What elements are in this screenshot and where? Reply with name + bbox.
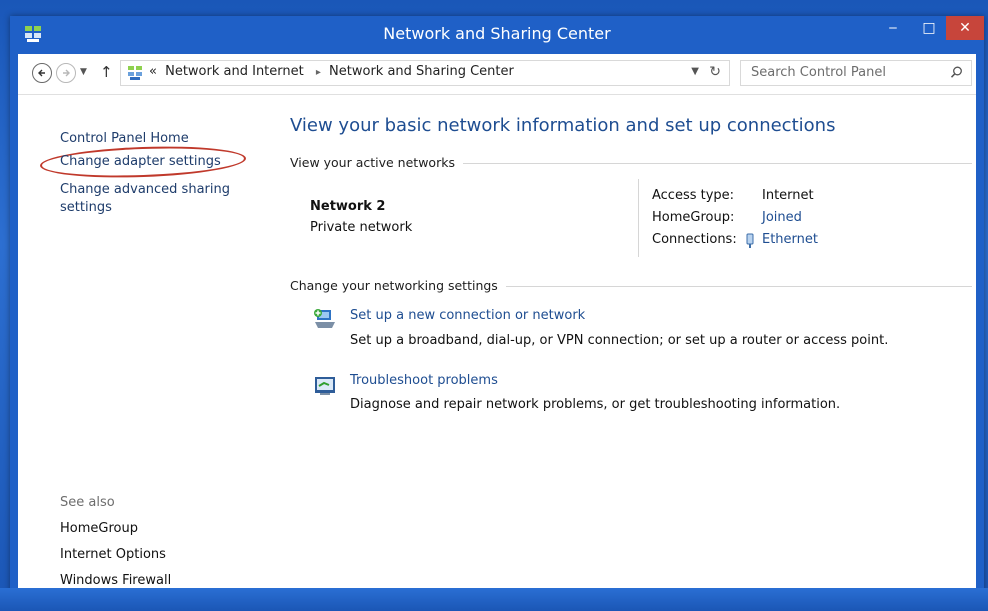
network-type: Private network [310, 220, 413, 235]
page-title: View your basic network information and … [290, 115, 836, 136]
minimize-button[interactable]: ‒ [876, 16, 910, 40]
breadcrumb-network-and-sharing-center[interactable]: Network and Sharing Center [329, 64, 514, 79]
breadcrumb-separator[interactable]: ▸ [316, 67, 321, 78]
window-title: Network and Sharing Center [383, 24, 611, 43]
forward-button[interactable] [56, 63, 76, 83]
access-type-label: Access type: [652, 188, 735, 203]
window: Network and Sharing Center ‒ □ ✕ ▼ ↑ « N… [10, 16, 984, 604]
active-networks-heading: View your active networks [290, 155, 463, 170]
content-area: Control Panel Home Change adapter settin… [18, 95, 976, 599]
search-input[interactable] [749, 64, 943, 81]
arrow-left-icon [38, 69, 45, 77]
breadcrumb-network-and-internet[interactable]: Network and Internet [165, 64, 304, 79]
maximize-button[interactable]: □ [912, 16, 946, 40]
close-button[interactable]: ✕ [946, 16, 984, 40]
ethernet-icon[interactable] [744, 233, 756, 249]
breadcrumb: « Network and Internet ▸ Network and Sha… [149, 64, 518, 79]
address-bar: ▼ ↑ « Network and Internet ▸ Network and… [18, 54, 976, 95]
homegroup-link[interactable]: Joined [762, 210, 802, 225]
breadcrumb-overflow[interactable]: « [149, 64, 157, 79]
homegroup-label: HomeGroup: [652, 210, 735, 225]
main-panel: View your basic network information and … [288, 95, 976, 599]
recent-pages-dropdown[interactable]: ▼ [80, 67, 87, 77]
up-button[interactable]: ↑ [100, 63, 113, 81]
see-also-internet-options[interactable]: Internet Options [60, 546, 166, 564]
sidebar-item-control-panel-home[interactable]: Control Panel Home [60, 130, 189, 148]
troubleshoot-description: Diagnose and repair network problems, or… [350, 397, 841, 412]
address-path[interactable]: « Network and Internet ▸ Network and Sha… [120, 60, 730, 86]
access-type-value: Internet [762, 188, 814, 203]
troubleshoot-icon[interactable] [312, 374, 338, 398]
search-box[interactable] [740, 60, 972, 86]
network-name: Network 2 [310, 199, 386, 214]
taskbar-edge [0, 588, 988, 611]
arrow-right-icon [63, 69, 70, 77]
refresh-button[interactable]: ↻ [709, 64, 721, 80]
ethernet-link[interactable]: Ethernet [762, 232, 818, 247]
search-icon[interactable] [950, 66, 963, 79]
address-dropdown[interactable]: ▼ [691, 66, 699, 77]
set-up-connection-link[interactable]: Set up a new connection or network [350, 308, 585, 323]
sidebar-item-change-advanced-sharing-settings[interactable]: Change advanced sharing settings [60, 181, 240, 217]
troubleshoot-link[interactable]: Troubleshoot problems [350, 373, 498, 388]
see-also-homegroup[interactable]: HomeGroup [60, 520, 138, 538]
new-connection-icon[interactable] [312, 308, 338, 332]
set-up-connection-description: Set up a broadband, dial-up, or VPN conn… [350, 333, 889, 348]
see-also-heading: See also [60, 495, 115, 510]
networking-settings-heading: Change your networking settings [290, 278, 506, 293]
divider [638, 179, 639, 257]
connections-label: Connections: [652, 232, 737, 247]
back-button[interactable] [32, 63, 52, 83]
title-bar[interactable]: Network and Sharing Center ‒ □ ✕ [10, 16, 984, 54]
sidebar: Control Panel Home Change adapter settin… [18, 95, 282, 599]
divider [458, 163, 972, 164]
network-icon [128, 66, 142, 80]
sidebar-item-change-adapter-settings[interactable]: Change adapter settings [60, 153, 221, 171]
divider [503, 286, 972, 287]
